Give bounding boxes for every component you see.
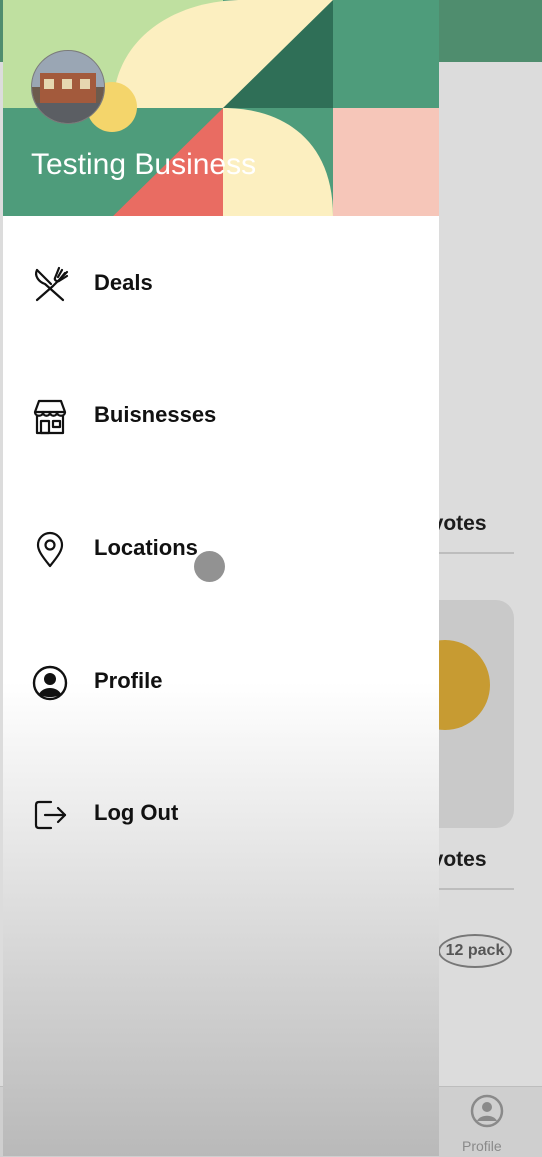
pack-logo: 12 pack: [438, 934, 512, 968]
storefront-photo: [32, 51, 104, 123]
map-pin-icon: [36, 531, 64, 568]
menu-label-logout: Log Out: [94, 800, 179, 825]
tab-profile-label[interactable]: Profile: [462, 1138, 502, 1154]
profile-tab-icon[interactable]: [470, 1094, 504, 1128]
user-circle-icon: [32, 665, 68, 701]
navigation-drawer: Testing Business Deals Buisnesses Locati…: [3, 0, 439, 1156]
business-avatar[interactable]: [31, 50, 105, 124]
logout-icon: [34, 800, 67, 830]
menu-item-businesses[interactable]: Buisnesses: [3, 380, 439, 450]
fork-knife-icon: [35, 266, 69, 302]
drawer-header: Testing Business: [3, 0, 439, 216]
menu-item-profile[interactable]: Profile: [3, 646, 439, 716]
menu-label-locations: Locations: [94, 535, 198, 560]
touch-indicator: [194, 551, 225, 582]
menu-label-deals: Deals: [94, 270, 153, 295]
business-name: Testing Business: [31, 148, 257, 181]
menu-item-deals[interactable]: Deals: [3, 248, 439, 318]
storefront-icon: [33, 399, 67, 435]
menu-label-profile: Profile: [94, 668, 163, 693]
menu-label-businesses: Buisnesses: [94, 402, 217, 427]
menu-item-logout[interactable]: Log Out: [3, 778, 439, 848]
